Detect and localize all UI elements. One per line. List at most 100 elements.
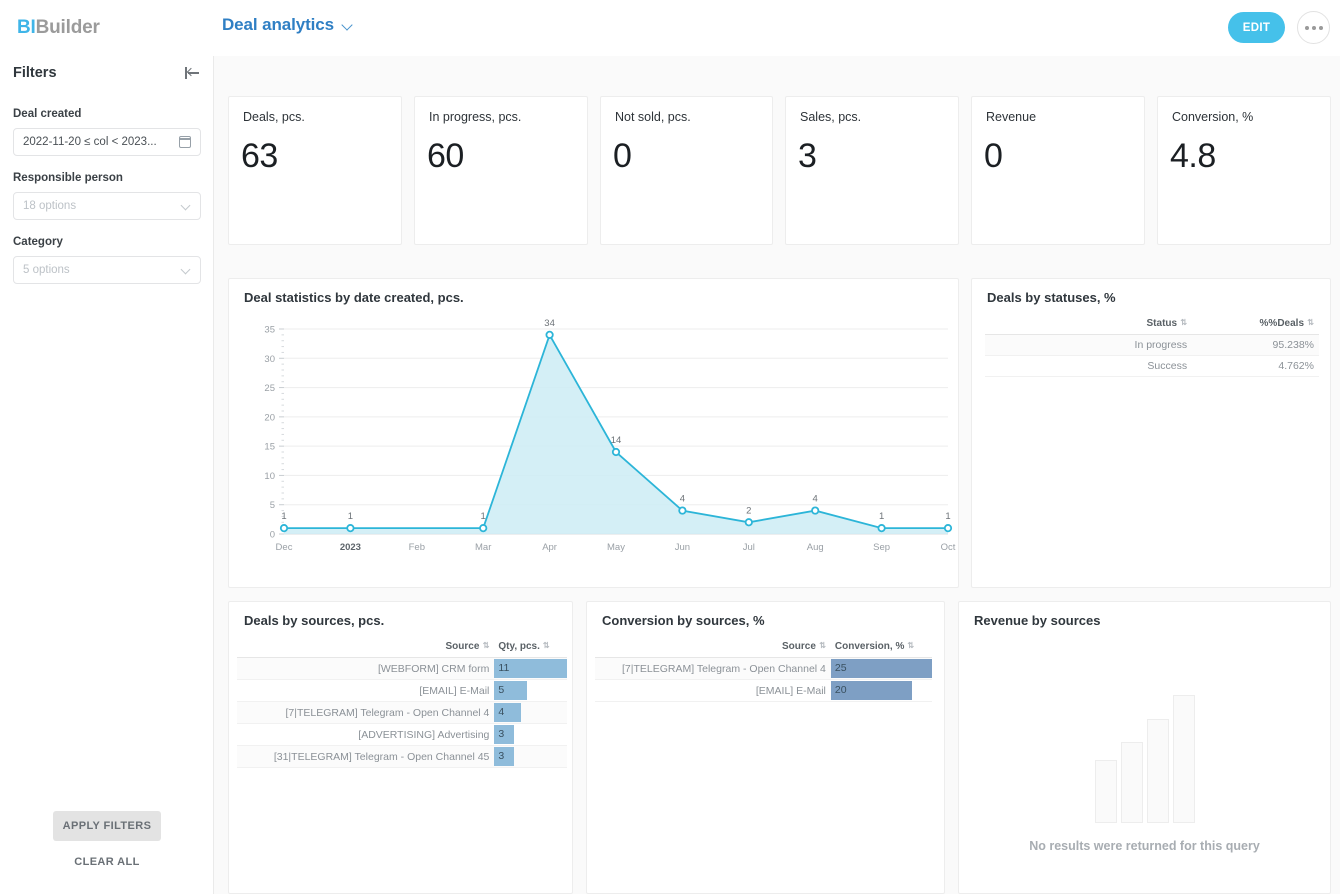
qty-bar-cell: 11 bbox=[494, 658, 567, 680]
svg-text:Jul: Jul bbox=[743, 542, 755, 553]
kpi-value: 3 bbox=[798, 137, 816, 176]
filter-input-deal-created[interactable]: 2022-11-20 ≤ col < 2023... bbox=[13, 128, 201, 156]
kpi-card-sales[interactable]: Sales, pcs. 3 bbox=[785, 96, 959, 245]
sort-icon[interactable]: ⇅ bbox=[1180, 318, 1187, 327]
svg-text:14: 14 bbox=[611, 435, 622, 446]
collapse-panel-icon[interactable] bbox=[184, 64, 201, 81]
kpi-card-not-sold[interactable]: Not sold, pcs. 0 bbox=[600, 96, 773, 245]
panel-deals-by-statuses: Deals by statuses, % Status⇅%%Deals⇅In p… bbox=[971, 278, 1331, 588]
filter-value-category: 5 options bbox=[23, 264, 182, 276]
conversion-value: 20 bbox=[831, 684, 847, 696]
logo-builder-text: Builder bbox=[36, 17, 100, 38]
svg-text:30: 30 bbox=[264, 354, 275, 365]
filters-sidebar: Filters Deal created 2022-11-20 ≤ col < … bbox=[0, 56, 214, 894]
svg-text:1: 1 bbox=[945, 511, 950, 522]
dashboard-selector[interactable]: Deal analytics bbox=[222, 15, 354, 35]
table-row[interactable]: [7|TELEGRAM] Telegram - Open Channel 425 bbox=[595, 658, 932, 680]
dashboard-title: Deal analytics bbox=[222, 15, 334, 35]
source-cell: [EMAIL] E-Mail bbox=[237, 680, 494, 702]
svg-text:35: 35 bbox=[264, 325, 275, 336]
logo-bi-text: BI bbox=[17, 17, 36, 38]
panel-title-deals-by-sources: Deals by sources, pcs. bbox=[244, 613, 384, 628]
panel-title-revenue-by-sources: Revenue by sources bbox=[974, 613, 1100, 628]
filter-value-deal-created: 2022-11-20 ≤ col < 2023... bbox=[23, 136, 179, 148]
table-row[interactable]: [EMAIL] E-Mail5 bbox=[237, 680, 567, 702]
kpi-card-conversion[interactable]: Conversion, % 4.8 bbox=[1157, 96, 1331, 245]
svg-text:20: 20 bbox=[264, 412, 275, 423]
edit-button[interactable]: EDIT bbox=[1228, 12, 1285, 43]
kpi-value: 0 bbox=[613, 137, 631, 176]
svg-text:Dec: Dec bbox=[276, 542, 293, 553]
column-header[interactable]: Source⇅ bbox=[237, 638, 494, 658]
conversion-by-sources-table[interactable]: Source⇅Conversion, %⇅[7|TELEGRAM] Telegr… bbox=[595, 638, 932, 702]
kpi-card-deals[interactable]: Deals, pcs. 63 bbox=[228, 96, 402, 245]
panel-title-conversion-by-sources: Conversion by sources, % bbox=[602, 613, 765, 628]
panel-conversion-by-sources: Conversion by sources, % Source⇅Conversi… bbox=[586, 601, 945, 894]
table-row[interactable]: Success4.762% bbox=[985, 356, 1319, 377]
kpi-title: Conversion, % bbox=[1172, 110, 1253, 124]
svg-text:Apr: Apr bbox=[542, 542, 557, 553]
kpi-value: 4.8 bbox=[1170, 137, 1216, 176]
filter-label-responsible-person: Responsible person bbox=[13, 172, 123, 184]
svg-text:0: 0 bbox=[270, 530, 275, 541]
column-header[interactable]: Status⇅ bbox=[985, 315, 1192, 335]
kpi-title: Not sold, pcs. bbox=[615, 110, 691, 124]
source-cell: [EMAIL] E-Mail bbox=[595, 680, 831, 702]
apply-filters-button[interactable]: APPLY FILTERS bbox=[53, 811, 161, 841]
table-row[interactable]: [7|TELEGRAM] Telegram - Open Channel 44 bbox=[237, 702, 567, 724]
panel-deals-by-sources: Deals by sources, pcs. Source⇅Qty, pcs.⇅… bbox=[228, 601, 573, 894]
table-row[interactable]: [ADVERTISING] Advertising3 bbox=[237, 724, 567, 746]
svg-text:May: May bbox=[607, 542, 625, 553]
sort-icon[interactable]: ⇅ bbox=[819, 641, 826, 650]
svg-text:5: 5 bbox=[270, 500, 275, 511]
svg-text:25: 25 bbox=[264, 383, 275, 394]
sort-icon[interactable]: ⇅ bbox=[543, 641, 550, 650]
sort-icon[interactable]: ⇅ bbox=[907, 641, 914, 650]
kpi-title: Deals, pcs. bbox=[243, 110, 305, 124]
app-logo[interactable]: BIBuilder bbox=[17, 17, 100, 39]
svg-text:4: 4 bbox=[680, 494, 685, 505]
more-options-icon[interactable] bbox=[1297, 11, 1330, 44]
table-row[interactable]: In progress95.238% bbox=[985, 335, 1319, 356]
filter-select-category[interactable]: 5 options bbox=[13, 256, 201, 284]
column-header[interactable]: Conversion, %⇅ bbox=[831, 638, 932, 658]
deals-by-sources-table[interactable]: Source⇅Qty, pcs.⇅[WEBFORM] CRM form11[EM… bbox=[237, 638, 567, 768]
calendar-icon bbox=[179, 136, 191, 148]
svg-text:1: 1 bbox=[281, 511, 286, 522]
table-row[interactable]: [WEBFORM] CRM form11 bbox=[237, 658, 567, 680]
kpi-card-in-progress[interactable]: In progress, pcs. 60 bbox=[414, 96, 588, 245]
kpi-title: Revenue bbox=[986, 110, 1036, 124]
filter-select-responsible-person[interactable]: 18 options bbox=[13, 192, 201, 220]
qty-bar-cell: 4 bbox=[494, 702, 567, 724]
percent-cell: 4.762% bbox=[1192, 356, 1319, 377]
panel-revenue-by-sources: Revenue by sources No results were retur… bbox=[958, 601, 1331, 894]
sort-icon[interactable]: ⇅ bbox=[1307, 318, 1314, 327]
kpi-card-revenue[interactable]: Revenue 0 bbox=[971, 96, 1145, 245]
column-header[interactable]: Qty, pcs.⇅ bbox=[494, 638, 567, 658]
dot-2 bbox=[1312, 26, 1316, 30]
panel-deal-statistics: Deal statistics by date created, pcs. 0 5… bbox=[228, 278, 959, 588]
sort-icon[interactable]: ⇅ bbox=[482, 641, 489, 650]
svg-text:34: 34 bbox=[544, 318, 555, 329]
clear-all-button[interactable]: CLEAR ALL bbox=[53, 850, 161, 874]
conversion-bar-cell: 20 bbox=[831, 680, 932, 702]
filter-label-category: Category bbox=[13, 236, 63, 248]
svg-text:Aug: Aug bbox=[807, 542, 824, 553]
line-chart[interactable]: 05101520253035111341442411Dec2023FebMarA… bbox=[229, 309, 958, 574]
column-header[interactable]: %%Deals⇅ bbox=[1192, 315, 1319, 335]
kpi-value: 63 bbox=[241, 137, 278, 176]
svg-text:Sep: Sep bbox=[873, 542, 890, 553]
svg-text:Jun: Jun bbox=[675, 542, 690, 553]
svg-text:1: 1 bbox=[481, 511, 486, 522]
svg-text:Feb: Feb bbox=[409, 542, 425, 553]
statuses-table[interactable]: Status⇅%%Deals⇅In progress95.238%Success… bbox=[985, 315, 1319, 377]
source-cell: [7|TELEGRAM] Telegram - Open Channel 4 bbox=[595, 658, 831, 680]
panel-title-deal-statistics: Deal statistics by date created, pcs. bbox=[244, 290, 464, 305]
source-cell: [WEBFORM] CRM form bbox=[237, 658, 494, 680]
qty-bar-cell: 3 bbox=[494, 724, 567, 746]
source-cell: [7|TELEGRAM] Telegram - Open Channel 4 bbox=[237, 702, 494, 724]
column-header[interactable]: Source⇅ bbox=[595, 638, 831, 658]
table-row[interactable]: [EMAIL] E-Mail20 bbox=[595, 680, 932, 702]
table-row[interactable]: [31|TELEGRAM] Telegram - Open Channel 45… bbox=[237, 746, 567, 768]
panel-title-deals-by-statuses: Deals by statuses, % bbox=[987, 290, 1116, 305]
